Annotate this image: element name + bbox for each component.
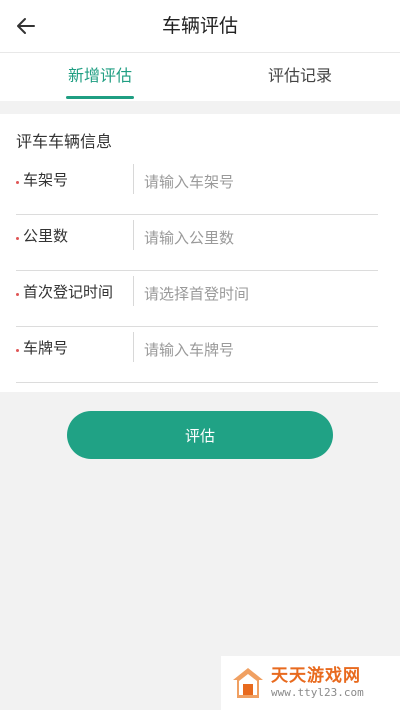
watermark-url: www.ttyl23.com xyxy=(271,686,364,699)
field-divider xyxy=(133,276,134,306)
tab-assessment-records[interactable]: 评估记录 xyxy=(200,53,400,101)
field-row-plate: 车牌号 xyxy=(16,326,378,383)
required-dot xyxy=(16,237,19,240)
field-divider xyxy=(133,332,134,362)
watermark: 天天游戏网 www.ttyl23.com xyxy=(221,656,400,710)
tab-new-assessment[interactable]: 新增评估 xyxy=(0,53,200,101)
tab-label: 评估记录 xyxy=(267,66,332,85)
field-divider xyxy=(133,164,134,194)
tab-label: 新增评估 xyxy=(67,66,132,85)
field-label: 车架号 xyxy=(23,171,69,189)
field-row-registration-date: 首次登记时间 xyxy=(16,270,378,327)
watermark-title: 天天游戏网 xyxy=(271,666,361,686)
assess-button[interactable]: 评估 xyxy=(67,411,333,459)
required-dot xyxy=(16,349,19,352)
field-row-mileage: 公里数 xyxy=(16,214,378,271)
mileage-input[interactable] xyxy=(144,224,374,252)
page-title: 车辆评估 xyxy=(161,15,238,37)
section-title: 评车车辆信息 xyxy=(16,132,113,151)
required-dot xyxy=(16,293,19,296)
vehicle-info-form: 评车车辆信息 车架号 公里数 首次登记时间 车牌号 xyxy=(0,114,400,392)
plate-number-input[interactable] xyxy=(144,336,374,364)
house-logo-icon xyxy=(233,668,263,698)
field-label: 车牌号 xyxy=(23,339,69,357)
field-row-vin: 车架号 xyxy=(16,158,378,215)
field-label: 公里数 xyxy=(23,227,69,245)
tab-bar: 新增评估 评估记录 xyxy=(0,53,400,101)
vin-input[interactable] xyxy=(144,168,374,196)
top-bar: 车辆评估 xyxy=(0,0,400,53)
registration-date-picker[interactable] xyxy=(144,280,374,308)
field-label: 首次登记时间 xyxy=(23,283,114,301)
field-divider xyxy=(133,220,134,250)
active-tab-indicator xyxy=(66,96,134,99)
required-dot xyxy=(16,181,19,184)
